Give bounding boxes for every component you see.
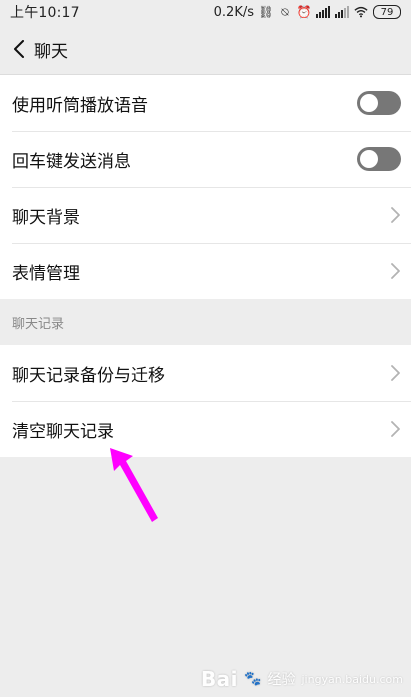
status-time: 上午10:17 bbox=[10, 5, 80, 21]
link-icon: ⛓ bbox=[258, 5, 274, 19]
toggle-knob bbox=[360, 150, 378, 168]
section-header-chat-history: 聊天记录 bbox=[0, 299, 411, 345]
status-bar: 上午10:17 0.2K/s ⛓ ⍉ ⏰ 79 bbox=[0, 0, 411, 24]
wifi-icon bbox=[354, 5, 368, 19]
signal-icon bbox=[335, 5, 349, 19]
setting-label: 使用听筒播放语音 bbox=[12, 95, 148, 116]
alarm-icon: ⏰ bbox=[296, 5, 312, 19]
setting-sticker-management[interactable]: 表情管理 bbox=[0, 243, 411, 299]
setting-label: 表情管理 bbox=[12, 263, 80, 284]
status-icons: 0.2K/s ⛓ ⍉ ⏰ 79 bbox=[214, 5, 401, 20]
hd-signal-icon bbox=[316, 5, 330, 19]
watermark-logo: Bai bbox=[200, 667, 239, 691]
chevron-left-icon bbox=[14, 40, 24, 58]
back-button[interactable] bbox=[10, 34, 28, 64]
paw-icon: 🐾 bbox=[244, 671, 262, 687]
no-disturb-icon: ⍉ bbox=[281, 5, 289, 19]
top-navigation-bar: 聊天 bbox=[0, 24, 411, 75]
battery-icon: 79 bbox=[373, 5, 401, 19]
chevron-right-icon bbox=[389, 205, 401, 225]
earpiece-voice-toggle[interactable] bbox=[357, 91, 401, 115]
setting-label: 清空聊天记录 bbox=[12, 421, 114, 442]
setting-enter-to-send[interactable]: 回车键发送消息 bbox=[0, 131, 411, 187]
watermark-url: jingyan.baidu.com bbox=[301, 672, 403, 686]
toggle-knob bbox=[360, 94, 378, 112]
setting-label: 聊天记录备份与迁移 bbox=[12, 365, 165, 386]
setting-label: 回车键发送消息 bbox=[12, 151, 131, 172]
chevron-right-icon bbox=[389, 419, 401, 439]
battery-level: 79 bbox=[380, 6, 394, 18]
setting-label: 聊天背景 bbox=[12, 207, 80, 228]
setting-earpiece-voice[interactable]: 使用听筒播放语音 bbox=[0, 75, 411, 131]
chevron-right-icon bbox=[389, 261, 401, 281]
setting-backup-migrate[interactable]: 聊天记录备份与迁移 bbox=[0, 345, 411, 401]
chat-settings-group: 使用听筒播放语音 回车键发送消息 聊天背景 表情管理 bbox=[0, 75, 411, 299]
setting-chat-background[interactable]: 聊天背景 bbox=[0, 187, 411, 243]
setting-clear-chat-history[interactable]: 清空聊天记录 bbox=[0, 401, 411, 457]
baidu-jingyan-watermark: Bai 🐾 经验 jingyan.baidu.com bbox=[201, 667, 403, 691]
network-speed: 0.2K/s bbox=[213, 4, 254, 20]
enter-to-send-toggle[interactable] bbox=[357, 147, 401, 171]
watermark-text: 经验 bbox=[267, 672, 296, 688]
page-title: 聊天 bbox=[34, 41, 68, 62]
chat-history-group: 聊天记录备份与迁移 清空聊天记录 bbox=[0, 345, 411, 457]
chevron-right-icon bbox=[389, 363, 401, 383]
